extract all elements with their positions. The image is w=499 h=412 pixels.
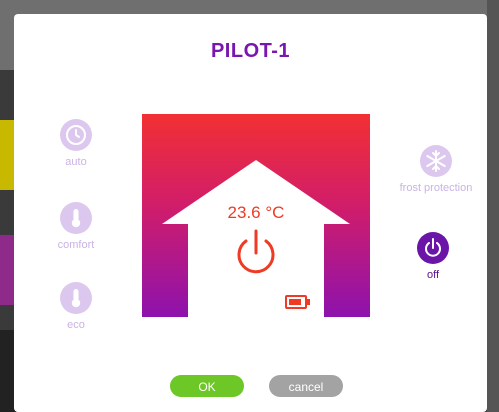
mode-frost-protection-label: frost protection (399, 182, 473, 194)
mode-comfort-label: comfort (57, 239, 95, 251)
status-panel: 23.6 °C (142, 114, 370, 317)
thermometer-icon (60, 202, 92, 234)
mode-off-label: off (426, 269, 440, 281)
pilot-dialog: PILOT-1 auto comfort eco 23.6 °C frost p… (14, 14, 487, 412)
cancel-button[interactable]: cancel (269, 375, 343, 397)
power-icon (417, 232, 449, 264)
background-strip (487, 0, 499, 412)
mode-auto-label: auto (65, 156, 87, 168)
temperature-readout: 23.6 °C (227, 203, 285, 222)
ok-button[interactable]: OK (170, 375, 244, 397)
snowflake-icon (420, 145, 452, 177)
power-icon (237, 229, 275, 274)
clock-icon (60, 119, 92, 151)
mode-comfort-button[interactable]: comfort (41, 202, 111, 251)
mode-eco-button[interactable]: eco (41, 282, 111, 331)
thermometer-icon (60, 282, 92, 314)
mode-frost-protection-button[interactable]: frost protection (386, 145, 486, 194)
battery-icon (285, 295, 310, 309)
mode-off-button[interactable]: off (398, 232, 468, 281)
mode-eco-label: eco (67, 319, 85, 331)
mode-auto-button[interactable]: auto (41, 119, 111, 168)
dialog-title: PILOT-1 (210, 40, 291, 62)
